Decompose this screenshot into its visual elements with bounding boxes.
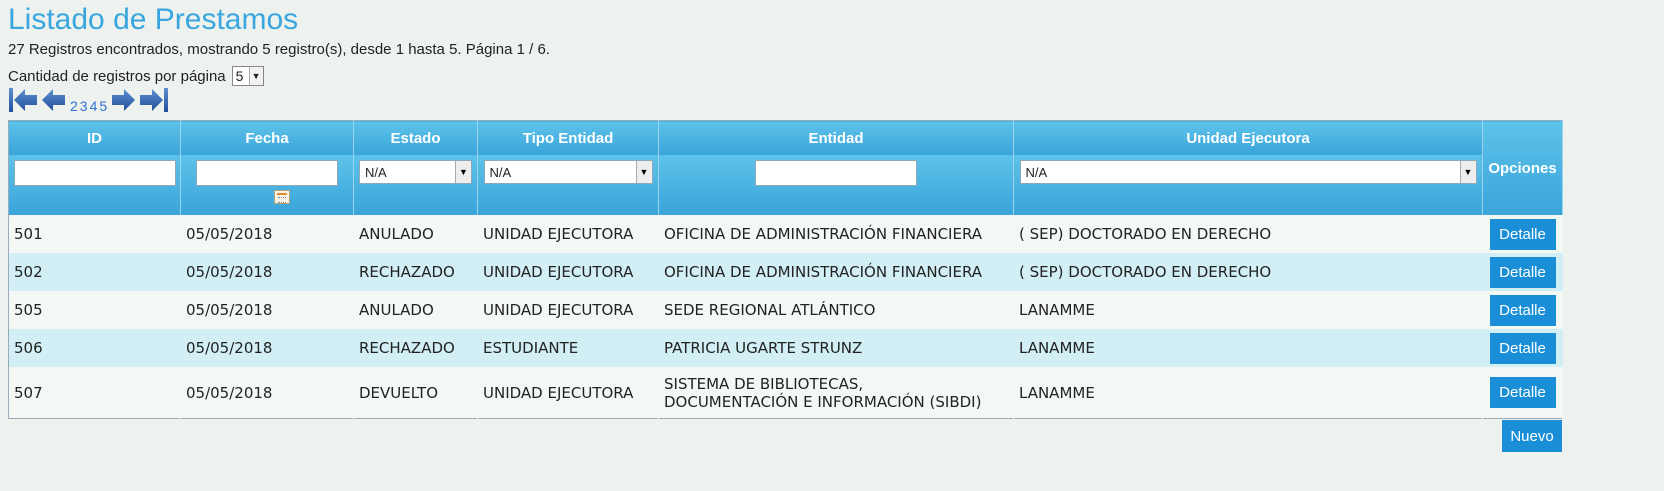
col-header-entidad[interactable]: Entidad (658, 120, 1014, 155)
col-header-tipo-entidad[interactable]: Tipo Entidad (477, 120, 659, 155)
cell-unidad-ejecutora: ( SEP) DOCTORADO EN DERECHO (1013, 215, 1483, 253)
table-row: 507 05/05/2018 DEVUELTO UNIDAD EJECUTORA… (8, 367, 1563, 419)
page-numbers: 2 3 4 5 (69, 92, 108, 114)
per-page-select[interactable]: 5 ▼ (231, 66, 264, 86)
detalle-button[interactable]: Detalle (1489, 332, 1556, 364)
table-row: 505 05/05/2018 ANULADO UNIDAD EJECUTORA … (8, 291, 1563, 329)
calendar-icon[interactable] (274, 190, 290, 204)
filter-entidad-cell (658, 155, 1014, 215)
cell-id: 502 (8, 253, 181, 291)
cell-id: 506 (8, 329, 181, 367)
filter-entidad-input[interactable] (755, 160, 917, 186)
cell-tipo-entidad: UNIDAD EJECUTORA (477, 215, 659, 253)
detalle-button[interactable]: Detalle (1489, 377, 1556, 408)
cell-entidad: SISTEMA DE BIBLIOTECAS, DOCUMENTACIÓN E … (658, 367, 1014, 419)
page-link-2[interactable]: 2 (70, 98, 78, 114)
cell-fecha: 05/05/2018 (180, 367, 354, 419)
table-row: 502 05/05/2018 RECHAZADO UNIDAD EJECUTOR… (8, 253, 1563, 291)
cell-estado: DEVUELTO (353, 367, 478, 419)
per-page-control: Cantidad de registros por página 5 ▼ (8, 66, 264, 86)
cell-unidad-ejecutora: LANAMME (1013, 367, 1483, 419)
cell-tipo-entidad: UNIDAD EJECUTORA (477, 291, 659, 329)
table-row: 506 05/05/2018 RECHAZADO ESTUDIANTE PATR… (8, 329, 1563, 367)
cell-id: 507 (8, 367, 181, 419)
detalle-button[interactable]: Detalle (1489, 218, 1556, 250)
loans-table: ID Fecha Estado Tipo Entidad Entidad Uni… (8, 120, 1563, 419)
filter-fecha-input[interactable] (196, 160, 338, 186)
pagination: 2 3 4 5 (8, 86, 169, 114)
page-link-3[interactable]: 3 (80, 98, 88, 114)
col-header-estado[interactable]: Estado (353, 120, 478, 155)
filter-tipo-entidad-value: N/A (489, 164, 512, 180)
cell-unidad-ejecutora: ( SEP) DOCTORADO EN DERECHO (1013, 253, 1483, 291)
cell-estado: ANULADO (353, 291, 478, 329)
cell-fecha: 05/05/2018 (180, 253, 354, 291)
previous-page-icon[interactable] (41, 87, 67, 113)
cell-estado: RECHAZADO (353, 253, 478, 291)
filter-unidad-ejecutora-cell: N/A ▼ (1013, 155, 1483, 215)
per-page-value: 5 (235, 68, 244, 84)
cell-entidad-line1: SISTEMA DE BIBLIOTECAS, (664, 374, 864, 393)
detalle-button[interactable]: Detalle (1489, 256, 1556, 288)
page-link-5[interactable]: 5 (99, 98, 107, 114)
filter-fecha-cell (180, 155, 354, 215)
first-page-icon[interactable] (8, 87, 38, 113)
col-header-unidad-ejecutora[interactable]: Unidad Ejecutora (1013, 120, 1483, 155)
next-page-icon[interactable] (110, 87, 136, 113)
cell-opciones: Detalle (1482, 367, 1563, 419)
cell-id: 505 (8, 291, 181, 329)
chevron-down-icon: ▼ (635, 161, 652, 183)
filter-tipo-entidad-select[interactable]: N/A ▼ (483, 160, 653, 184)
filter-estado-value: N/A (365, 164, 387, 180)
detalle-button[interactable]: Detalle (1489, 294, 1556, 326)
chevron-down-icon: ▼ (1459, 161, 1476, 183)
cell-entidad: OFICINA DE ADMINISTRACIÓN FINANCIERA (658, 215, 1014, 253)
cell-unidad-ejecutora: LANAMME (1013, 291, 1483, 329)
last-page-icon[interactable] (139, 87, 169, 113)
cell-entidad: OFICINA DE ADMINISTRACIÓN FINANCIERA (658, 253, 1014, 291)
filter-tipo-entidad-cell: N/A ▼ (477, 155, 659, 215)
per-page-label: Cantidad de registros por página (8, 67, 226, 85)
nuevo-button[interactable]: Nuevo (1502, 420, 1562, 452)
cell-entidad: SEDE REGIONAL ATLÁNTICO (658, 291, 1014, 329)
col-header-fecha[interactable]: Fecha (180, 120, 354, 155)
cell-fecha: 05/05/2018 (180, 329, 354, 367)
filter-unidad-ejecutora-value: N/A (1025, 164, 1048, 180)
chevron-down-icon: ▼ (455, 161, 471, 183)
cell-opciones: Detalle (1482, 329, 1563, 367)
table-row: 501 05/05/2018 ANULADO UNIDAD EJECUTORA … (8, 215, 1563, 253)
cell-entidad-line2: DOCUMENTACIÓN E INFORMACIÓN (SIBDI) (664, 392, 982, 411)
filter-estado-cell: N/A ▼ (353, 155, 478, 215)
records-summary: 27 Registros encontrados, mostrando 5 re… (8, 41, 550, 58)
cell-entidad: PATRICIA UGARTE STRUNZ (658, 329, 1014, 367)
filter-id-input[interactable] (13, 160, 176, 186)
cell-fecha: 05/05/2018 (180, 291, 354, 329)
filter-estado-select[interactable]: N/A ▼ (359, 160, 472, 184)
col-header-id[interactable]: ID (8, 120, 181, 155)
cell-estado: ANULADO (353, 215, 478, 253)
cell-estado: RECHAZADO (353, 329, 478, 367)
cell-opciones: Detalle (1482, 215, 1563, 253)
chevron-down-icon: ▼ (248, 67, 263, 85)
filter-id-cell (8, 155, 181, 215)
filter-unidad-ejecutora-select[interactable]: N/A ▼ (1019, 160, 1477, 184)
cell-tipo-entidad: UNIDAD EJECUTORA (477, 253, 659, 291)
page-link-4[interactable]: 4 (90, 98, 98, 114)
cell-tipo-entidad: UNIDAD EJECUTORA (477, 367, 659, 419)
cell-opciones: Detalle (1482, 253, 1563, 291)
page-title: Listado de Prestamos (8, 3, 299, 36)
cell-opciones: Detalle (1482, 291, 1563, 329)
cell-unidad-ejecutora: LANAMME (1013, 329, 1483, 367)
cell-tipo-entidad: ESTUDIANTE (477, 329, 659, 367)
col-header-opciones: Opciones (1482, 120, 1563, 215)
cell-fecha: 05/05/2018 (180, 215, 354, 253)
cell-id: 501 (8, 215, 181, 253)
